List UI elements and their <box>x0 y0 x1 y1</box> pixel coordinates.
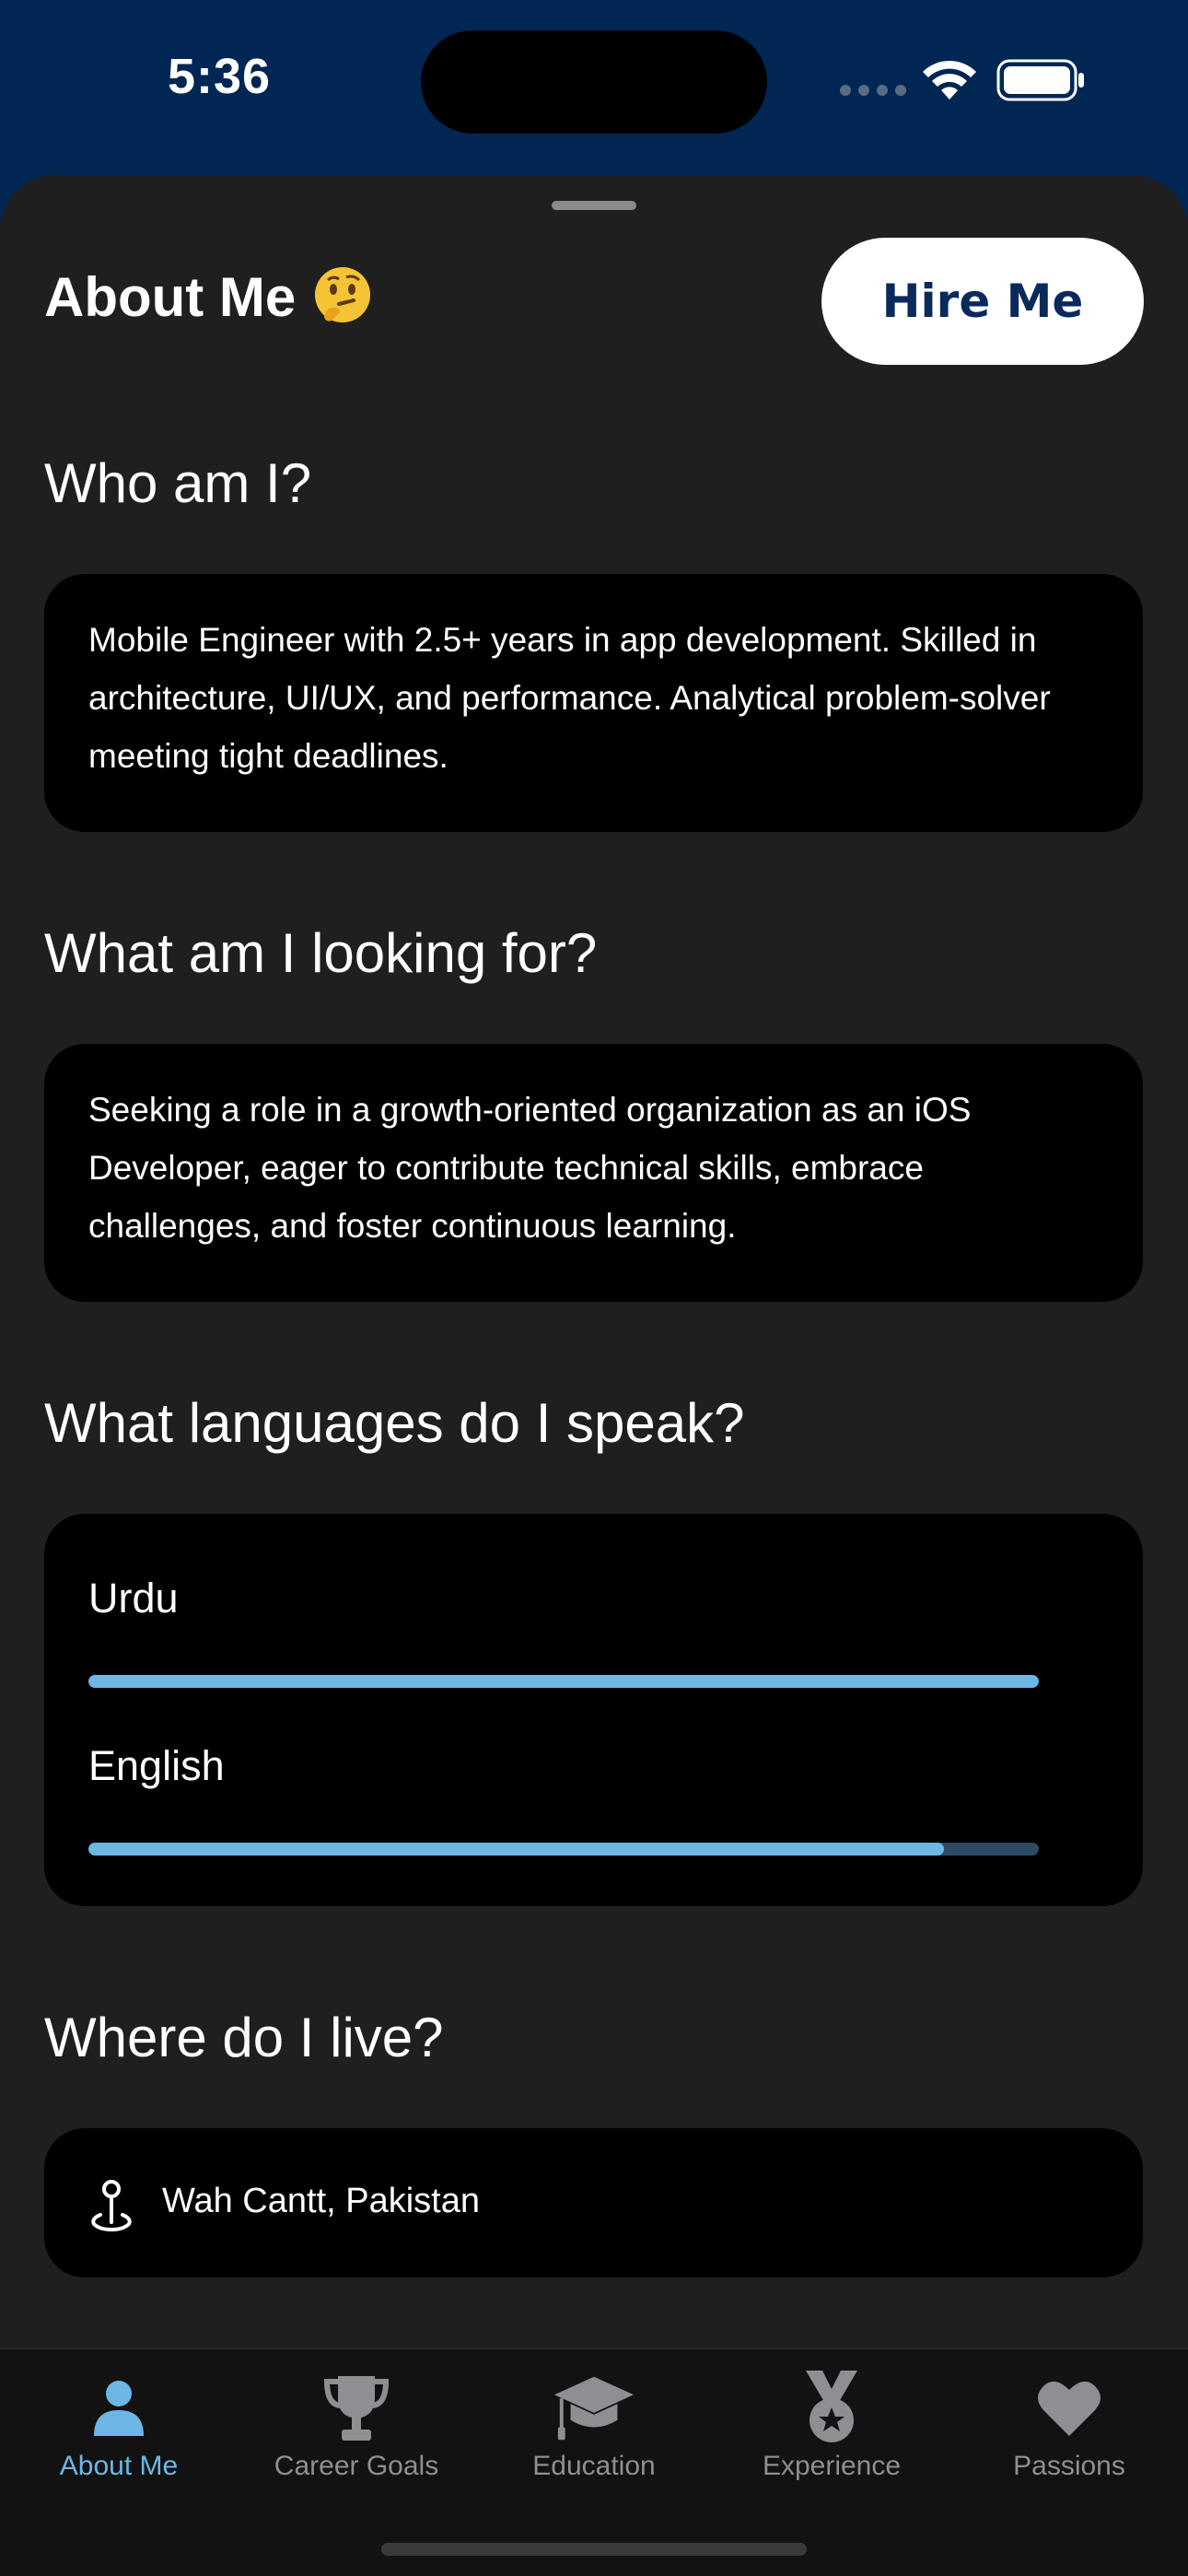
tab-career-goals[interactable]: Career Goals <box>238 2349 475 2515</box>
cellular-signal-icon <box>840 85 906 96</box>
location-card: Wah Cantt, Pakistan <box>44 2128 1143 2277</box>
wifi-icon <box>923 60 976 100</box>
tab-label: Career Goals <box>274 2451 439 2481</box>
tab-experience[interactable]: Experience <box>713 2349 950 2515</box>
dynamic-island <box>421 30 767 134</box>
heart-icon <box>1028 2366 1111 2449</box>
languages-heading: What languages do I speak? <box>44 1392 745 1454</box>
tab-education[interactable]: Education <box>475 2349 713 2515</box>
location-text: Wah Cantt, Pakistan <box>162 2182 480 2220</box>
status-bar: 5:36 <box>0 0 1188 175</box>
language-proficiency-bar <box>88 1675 1039 1688</box>
tab-label: About Me <box>59 2451 179 2481</box>
language-proficiency-bar <box>88 1843 1039 1856</box>
battery-icon <box>996 59 1084 101</box>
status-time: 5:36 <box>168 49 272 104</box>
tab-label: Experience <box>762 2451 902 2481</box>
medal-icon <box>790 2366 873 2449</box>
page-title: About Me <box>44 266 297 328</box>
about-me-sheet: About Me Hire Me Who am I? Mobile Engine… <box>0 175 1188 2576</box>
who-am-i-text: Mobile Engineer with 2.5+ years in app d… <box>88 621 1051 775</box>
language-proficiency-fill <box>88 1675 1039 1688</box>
looking-for-card: Seeking a role in a growth-oriented orga… <box>44 1044 1143 1302</box>
language-proficiency-fill <box>88 1843 944 1856</box>
tab-bar: About Me Career Goals Education Experien… <box>0 2348 1188 2576</box>
tab-label: Passions <box>1013 2451 1125 2481</box>
map-pin-icon <box>91 2180 132 2232</box>
tab-about-me[interactable]: About Me <box>0 2349 238 2515</box>
looking-for-heading: What am I looking for? <box>44 922 598 984</box>
language-name: Urdu <box>88 1575 179 1622</box>
who-am-i-card: Mobile Engineer with 2.5+ years in app d… <box>44 574 1143 832</box>
person-icon <box>77 2366 160 2449</box>
trophy-icon <box>315 2366 398 2449</box>
sheet-grabber[interactable] <box>552 201 636 210</box>
home-indicator[interactable] <box>381 2543 807 2556</box>
hire-me-button[interactable]: Hire Me <box>821 238 1144 365</box>
languages-card: Urdu English <box>44 1514 1143 1906</box>
tab-passions[interactable]: Passions <box>950 2349 1188 2515</box>
who-am-i-heading: Who am I? <box>44 452 312 514</box>
tab-label: Education <box>532 2451 656 2481</box>
thinking-face-icon <box>315 267 370 322</box>
location-heading: Where do I live? <box>44 2007 444 2068</box>
graduation-cap-icon <box>553 2366 635 2449</box>
looking-for-text: Seeking a role in a growth-oriented orga… <box>88 1091 972 1245</box>
language-name: English <box>88 1742 225 1789</box>
